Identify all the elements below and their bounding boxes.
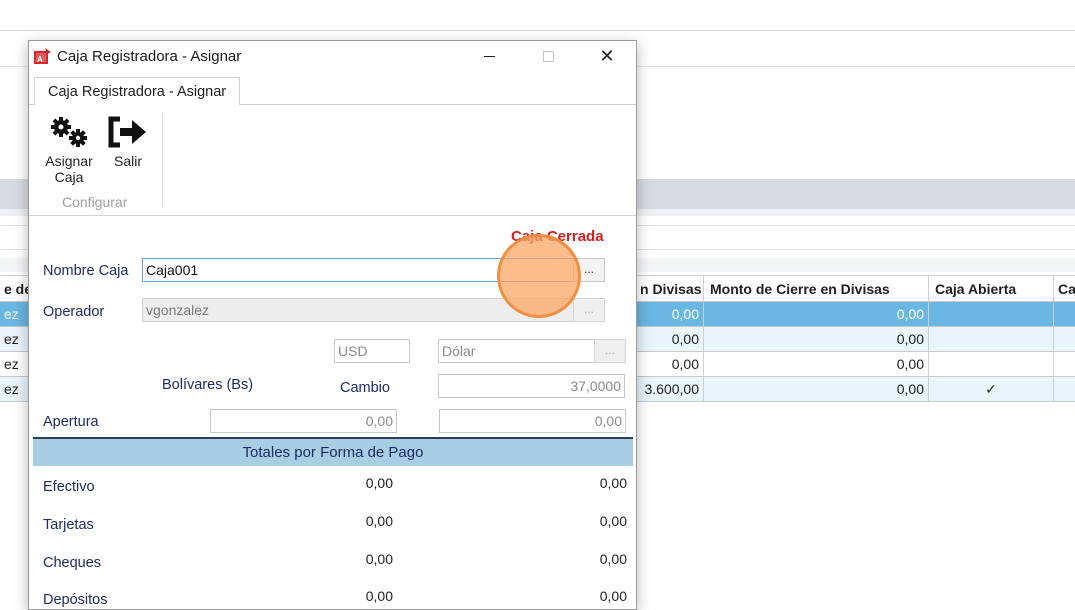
checkmark-icon: ✓ [929, 377, 1054, 401]
table-cell: ez [0, 377, 30, 401]
checks-label: Cheques [43, 555, 102, 571]
assign-label-line2: Caja [54, 169, 84, 185]
title-bar[interactable]: A Caja Registradora - Asignar ✕ [29, 41, 636, 72]
totals-header: Totales por Forma de Pago [33, 437, 633, 466]
opening-currency-field[interactable]: 0,00 [439, 409, 626, 433]
click-indicator [497, 234, 581, 318]
table-cell [1054, 302, 1075, 326]
register-name-label: Nombre Caja [43, 263, 129, 279]
svg-text:A: A [37, 55, 43, 64]
minimize-button[interactable] [466, 41, 512, 72]
checks-currency-value: 0,00 [599, 551, 627, 567]
cards-bs-value: 0,00 [365, 513, 393, 529]
table-cell: 0,00 [636, 327, 704, 351]
table-cell: 0,00 [704, 352, 929, 376]
exchange-rate-field[interactable]: 37,0000 [438, 374, 625, 398]
table-cell: ez [0, 302, 30, 326]
table-cell: 0,00 [704, 377, 929, 401]
bolivares-label: Bolívares (Bs) [162, 377, 254, 393]
currency-code-field[interactable]: USD [334, 339, 410, 363]
exit-button[interactable]: Salir [105, 115, 151, 169]
cash-label: Efectivo [43, 479, 95, 495]
maximize-button[interactable] [525, 41, 571, 72]
cash-currency-value: 0,00 [599, 475, 627, 491]
table-cell [929, 302, 1054, 326]
exchange-rate-label: Cambio [340, 380, 390, 396]
ribbon-group-label: Configurar [62, 194, 128, 210]
currency-lookup-button[interactable]: ... [594, 339, 626, 363]
top-divider [0, 30, 1075, 31]
table-cell [1054, 377, 1075, 401]
column-header[interactable]: e de [0, 276, 30, 301]
deposits-label: Depósitos [43, 592, 108, 608]
table-cell: ez [0, 327, 30, 351]
checks-bs-value: 0,00 [365, 551, 393, 567]
column-header[interactable]: Monto de Cierre en Divisas [704, 276, 929, 301]
deposits-bs-value: 0,00 [365, 588, 393, 604]
cards-label: Tarjetas [43, 517, 94, 533]
close-button[interactable]: ✕ [584, 41, 630, 72]
cash-bs-value: 0,00 [365, 475, 393, 491]
table-cell: 3.600,00 [636, 377, 704, 401]
opening-label: Apertura [43, 414, 99, 430]
column-header[interactable]: n Divisas [636, 276, 704, 301]
ribbon: Asignar Caja Salir Configurar [29, 105, 636, 216]
cash-register-assign-dialog: A Caja Registradora - Asignar ✕ Caja Reg… [28, 40, 637, 610]
ribbon-separator [162, 113, 163, 207]
operator-lookup-button[interactable]: ... [573, 298, 605, 322]
table-cell [1054, 352, 1075, 376]
column-header[interactable]: Ca [1054, 276, 1075, 301]
table-cell [929, 352, 1054, 376]
maximize-icon [542, 51, 554, 63]
table-cell: 0,00 [636, 302, 704, 326]
table-cell [1054, 327, 1075, 351]
table-cell: ez [0, 352, 30, 376]
table-cell: 0,00 [636, 352, 704, 376]
window-title: Caja Registradora - Asignar [57, 48, 242, 65]
tab-caja-registradora-asignar[interactable]: Caja Registradora - Asignar [34, 77, 241, 106]
minimize-icon [483, 56, 495, 58]
assign-label-line1: Asignar [45, 153, 93, 169]
ribbon-tabstrip: Caja Registradora - Asignar [29, 72, 636, 106]
app-icon: A [34, 48, 51, 64]
currency-name-field[interactable]: Dólar [438, 339, 595, 363]
exit-label: Salir [113, 153, 142, 169]
exit-icon [108, 116, 146, 148]
table-cell: 0,00 [704, 327, 929, 351]
assign-register-button[interactable]: Asignar Caja [41, 115, 97, 185]
table-cell [929, 327, 1054, 351]
cards-currency-value: 0,00 [599, 513, 627, 529]
table-cell: 0,00 [704, 302, 929, 326]
gears-icon [51, 117, 87, 147]
deposits-currency-value: 0,00 [599, 588, 627, 604]
operator-label: Operador [43, 304, 105, 320]
column-header[interactable]: Caja Abierta [929, 276, 1054, 301]
opening-bs-field[interactable]: 0,00 [210, 409, 397, 433]
